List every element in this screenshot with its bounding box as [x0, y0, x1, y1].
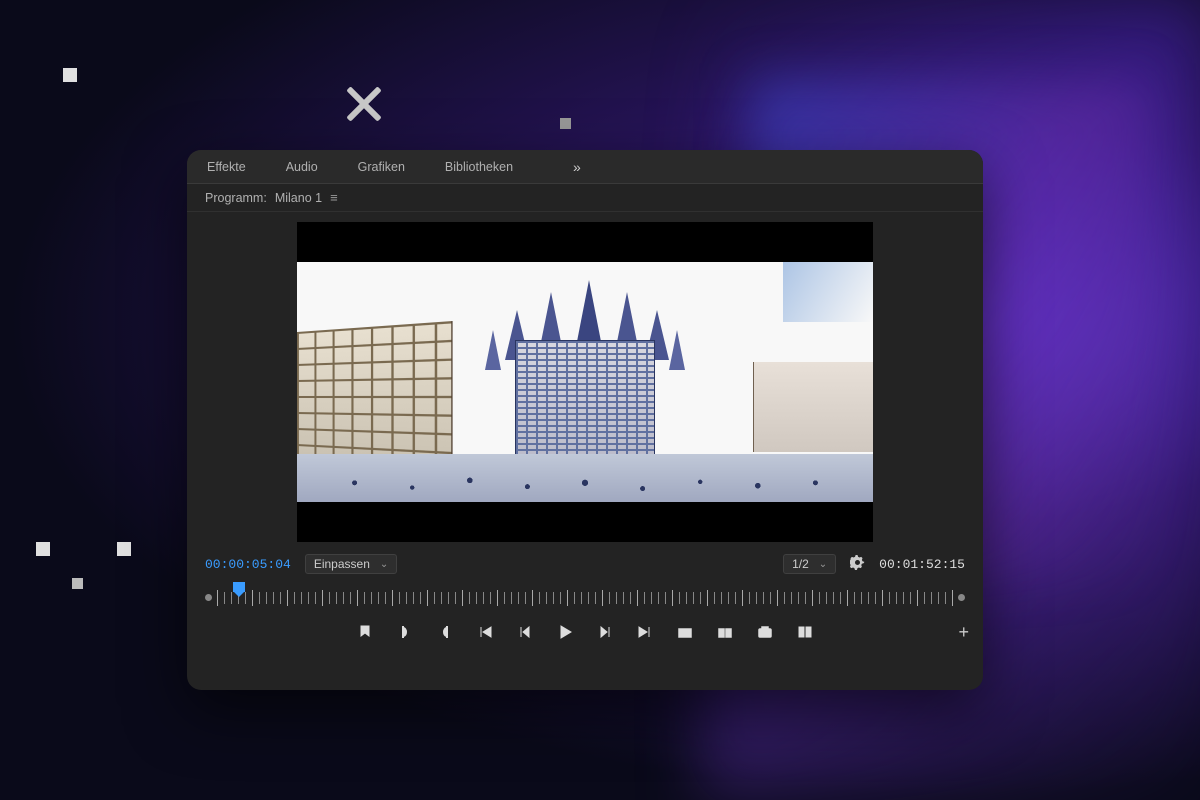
- workspace-tabbar: Effekte Audio Grafiken Bibliotheken »: [187, 150, 983, 184]
- tab-audio[interactable]: Audio: [286, 160, 318, 174]
- letterbox-bottom: [297, 502, 873, 542]
- transport-bar: +: [187, 612, 983, 652]
- video-frame[interactable]: [297, 222, 873, 542]
- step-forward-button[interactable]: [596, 623, 614, 641]
- deco-cross-icon: [338, 78, 390, 130]
- mark-in-button[interactable]: [396, 623, 414, 641]
- timecode-current[interactable]: 00:00:05:04: [205, 557, 291, 572]
- lift-button[interactable]: [676, 623, 694, 641]
- settings-wrench-icon[interactable]: [850, 555, 865, 573]
- zoom-dropdown[interactable]: Einpassen ⌄: [305, 554, 397, 574]
- zoom-label: Einpassen: [314, 557, 370, 571]
- tab-libraries[interactable]: Bibliotheken: [445, 160, 513, 174]
- mark-out-button[interactable]: [436, 623, 454, 641]
- add-marker-button[interactable]: [356, 623, 374, 641]
- tab-graphics[interactable]: Grafiken: [358, 160, 405, 174]
- deco-square: [560, 118, 571, 129]
- comparison-view-button[interactable]: [796, 623, 814, 641]
- range-end-handle[interactable]: [958, 594, 965, 601]
- program-viewer: [187, 212, 983, 542]
- monitor-controls-row: 00:00:05:04 Einpassen ⌄ 1/2 ⌄ 00:01:52:1…: [187, 542, 983, 578]
- tab-effects[interactable]: Effekte: [207, 160, 246, 174]
- export-frame-button[interactable]: [756, 623, 774, 641]
- chevron-down-icon: ⌄: [380, 559, 388, 570]
- go-to-out-button[interactable]: [636, 623, 654, 641]
- range-start-handle[interactable]: [205, 594, 212, 601]
- letterbox-top: [297, 222, 873, 262]
- program-sequence-name: Milano 1: [275, 191, 322, 205]
- program-header: Programm: Milano 1 ≡: [187, 184, 983, 212]
- deco-square: [117, 542, 131, 556]
- mini-timeline[interactable]: [205, 578, 965, 612]
- program-label-prefix: Programm:: [205, 191, 267, 205]
- extract-button[interactable]: [716, 623, 734, 641]
- deco-square: [72, 578, 83, 589]
- play-button[interactable]: [556, 623, 574, 641]
- chevron-down-icon: ⌄: [819, 559, 827, 570]
- resolution-dropdown[interactable]: 1/2 ⌄: [783, 554, 836, 574]
- step-back-button[interactable]: [516, 623, 534, 641]
- panel-menu-icon[interactable]: ≡: [330, 190, 338, 205]
- program-monitor-panel: Effekte Audio Grafiken Bibliotheken » Pr…: [187, 150, 983, 690]
- go-to-in-button[interactable]: [476, 623, 494, 641]
- deco-square: [36, 542, 50, 556]
- timecode-duration: 00:01:52:15: [879, 557, 965, 572]
- resolution-label: 1/2: [792, 557, 809, 571]
- deco-square: [63, 68, 77, 82]
- ruler-ticks: [217, 592, 953, 604]
- video-content: [297, 262, 873, 502]
- playhead-icon[interactable]: [233, 582, 245, 592]
- tab-overflow-icon[interactable]: »: [573, 159, 581, 175]
- button-editor-plus-icon[interactable]: +: [958, 622, 969, 643]
